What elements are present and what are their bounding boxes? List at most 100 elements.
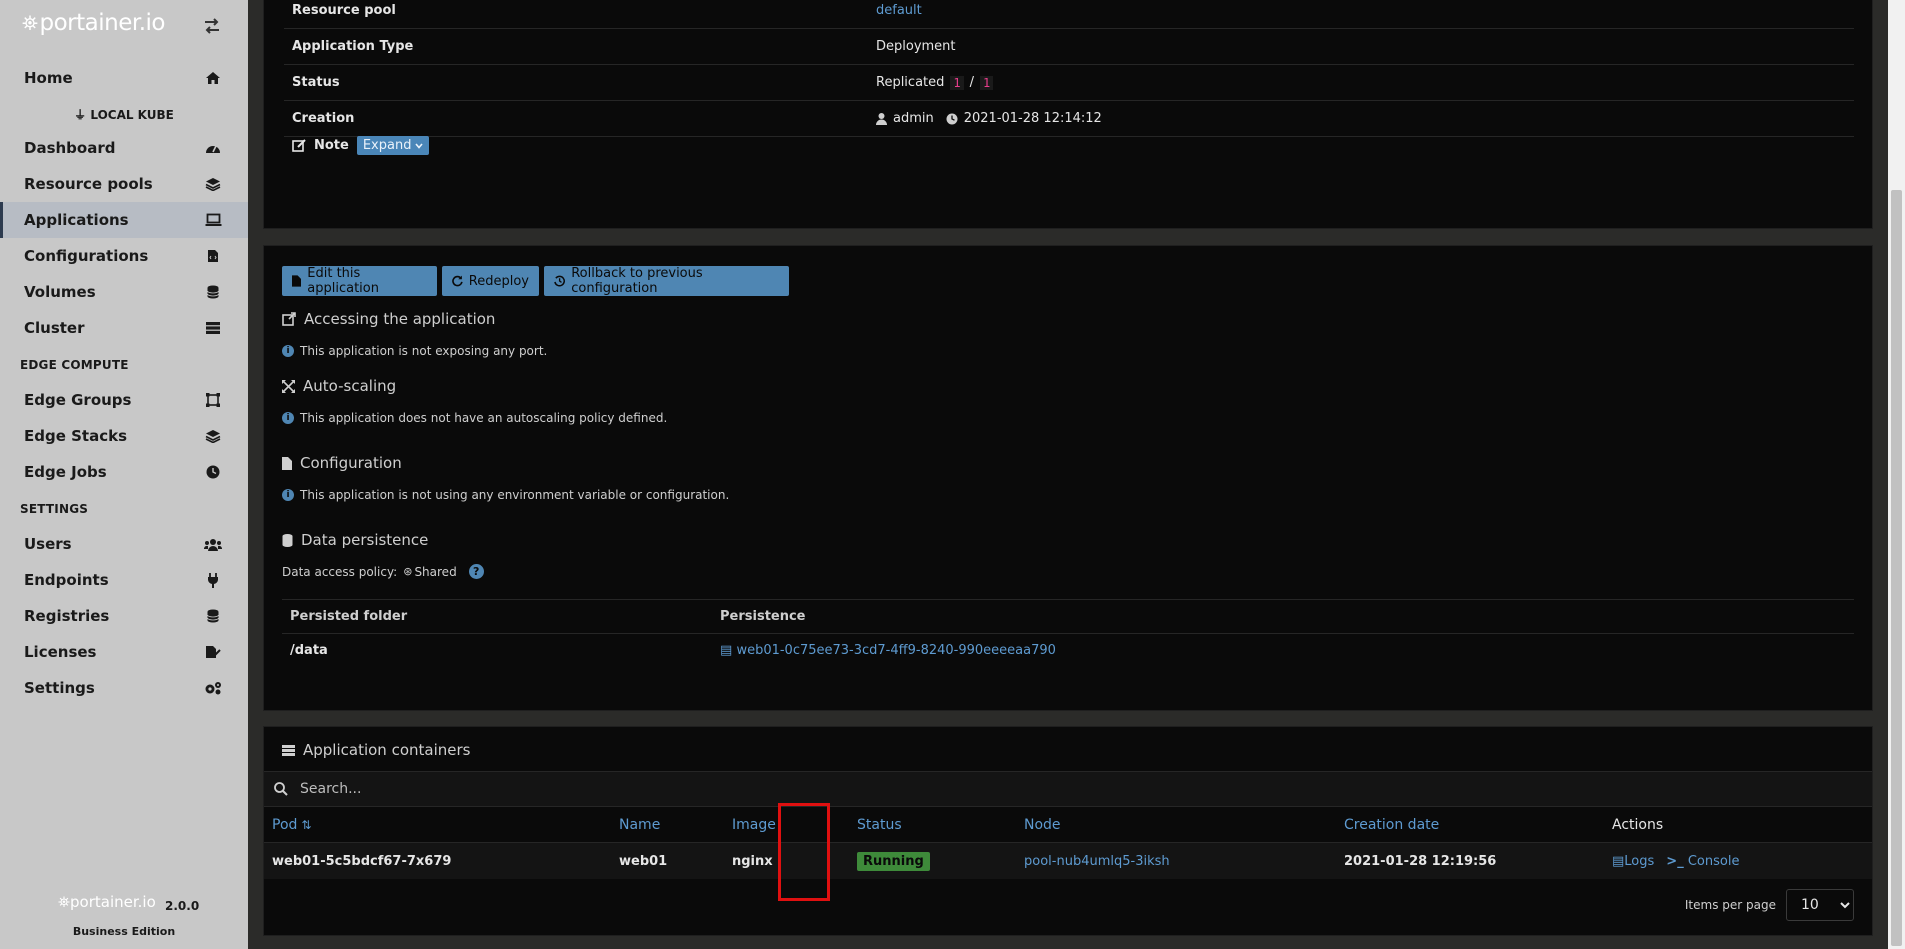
sidebar-item-users[interactable]: Users [0,526,248,562]
creation-timestamp: 2021-01-28 12:14:12 [963,111,1102,126]
application-info-panel: Edit this application Redeploy Rollback … [263,245,1873,711]
sidebar-item-cluster[interactable]: Cluster [0,310,248,346]
section-title-text: Accessing the application [304,310,496,328]
column-header-persistence: Persistence [712,599,1854,634]
sidebar-item-edge-groups[interactable]: Edge Groups [0,382,248,418]
containers-title-text: Application containers [303,741,471,759]
logs-link[interactable]: ▤Logs [1612,854,1654,869]
column-header-name[interactable]: Name [619,807,660,843]
crane-icon: ⛯ [58,893,71,911]
history-icon [554,275,565,287]
column-header-creation-date[interactable]: Creation date [1344,807,1439,843]
creator-user: admin [893,111,934,126]
sidebar-item-volumes[interactable]: Volumes [0,274,248,310]
sidebar-item-dashboard[interactable]: Dashboard [0,130,248,166]
sidebar-item-label: Registries [24,607,110,625]
scrollbar-thumb[interactable] [1891,190,1902,946]
persistence-table: Persisted folder Persistence /data ▤ web… [282,599,1854,668]
portainer-logo[interactable]: ⛯portainer.io [22,10,165,36]
name-cell: web01 [619,853,668,869]
edit-application-label: Edit this application [307,266,379,296]
detail-row-resource-pool: Resource pool default [284,0,1854,29]
edit-icon [292,139,306,152]
plug-icon: ⏚ [74,108,87,122]
application-containers-panel: Application containers Pod ⇅ Name Image … [263,726,1873,936]
home-icon [204,69,222,87]
question-circle-icon[interactable]: ? [468,564,484,579]
application-type-value: Deployment [876,39,956,54]
column-header-pod[interactable]: Pod ⇅ [272,807,311,843]
database-icon: ▤ [720,643,733,659]
sidebar-item-resource-pools[interactable]: Resource pools [0,166,248,202]
server-icon [282,744,295,756]
status-value: Replicated [876,75,945,90]
tachometer-icon [204,139,222,157]
laptop-code-icon [204,211,222,229]
redeploy-button[interactable]: Redeploy [442,266,539,296]
detail-row-creation: Creation admin 2021-01-28 12:14:12 [284,101,1854,137]
redo-icon [452,275,463,287]
page-scrollbar[interactable] [1888,0,1905,949]
sidebar-item-edge-jobs[interactable]: Edge Jobs [0,454,248,490]
file-code-icon [282,456,292,470]
sidebar-item-licenses[interactable]: Licenses [0,634,248,670]
sidebar-item-home[interactable]: Home [0,60,248,96]
sidebar-footer: ⛯portainer.io 2.0.0 Business Edition [0,893,248,943]
console-link[interactable]: >_ Console [1666,854,1739,869]
logo-row: ⛯portainer.io [0,0,248,56]
detail-key: Resource pool [292,3,396,18]
search-input[interactable] [298,780,898,798]
sidebar-item-edge-stacks[interactable]: Edge Stacks [0,418,248,454]
resource-pool-link[interactable]: default [876,3,922,18]
rollback-button[interactable]: Rollback to previous configuration [544,266,789,296]
sidebar-item-configurations[interactable]: Configurations [0,238,248,274]
node-link[interactable]: pool-nub4umlq5-3iksh [1024,854,1170,869]
image-cell: nginx [732,853,773,869]
sidebar-item-label: Settings [24,679,95,697]
node-cell: pool-nub4umlq5-3iksh [1024,843,1170,879]
sidebar-item-label: Endpoints [24,571,109,589]
configuration-section-title: Configuration [282,454,402,472]
column-header-node[interactable]: Node [1024,807,1061,843]
sidebar-item-label: Resource pools [24,175,153,193]
edit-application-button[interactable]: Edit this application [282,266,437,296]
sidebar-item-applications[interactable]: Applications [0,202,248,238]
database-icon [204,607,222,625]
sidebar-item-label: Home [24,69,73,87]
items-per-page-select[interactable]: 10 [1786,889,1854,921]
pod-cell: web01-5c5bdcf67-7x679 [272,853,452,869]
column-header-persisted-folder: Persisted folder [282,599,712,634]
volume-link[interactable]: ▤ web01-0c75ee73-3cd7-4ff9-8240-990eeeea… [720,643,1056,658]
server-icon [204,319,222,337]
database-icon [204,283,222,301]
note-row: Note Expand [292,136,430,155]
items-per-page-label: Items per page [1684,898,1776,912]
footer-logo-text: portainer.io [70,893,156,911]
sidebar-section-settings: SETTINGS [20,502,89,516]
column-header-status[interactable]: Status [857,807,902,843]
column-header-image[interactable]: Image [732,807,776,843]
footer-logo: ⛯portainer.io [58,893,156,911]
column-header-actions: Actions [1612,817,1664,833]
sidebar-item-label: Configurations [24,247,149,265]
sidebar-item-label: Edge Jobs [24,463,107,481]
clock-icon [204,463,222,481]
detail-row-status: Status Replicated 1 / 1 [284,65,1854,101]
pagination: Items per page 10 [1685,889,1854,921]
sidebar-item-registries[interactable]: Registries [0,598,248,634]
sidebar-item-endpoints[interactable]: Endpoints [0,562,248,598]
file-signature-icon [204,643,222,661]
file-code-icon [204,247,222,265]
layers-icon [204,427,222,445]
info-icon: i [282,345,294,357]
sidebar-item-settings[interactable]: Settings [0,670,248,706]
file-icon [292,275,302,287]
containers-table-header: Pod ⇅ Name Image Status Node Creation da… [264,807,1872,843]
logs-label: Logs [1624,853,1655,869]
console-label: Console [1687,853,1740,869]
replica-total-count: 1 [980,75,994,90]
exchange-icon[interactable] [202,16,222,36]
object-group-icon [204,391,222,409]
expand-note-button[interactable]: Expand [356,136,430,155]
volume-name: web01-0c75ee73-3cd7-4ff9-8240-990eeeeaa7… [736,643,1056,659]
